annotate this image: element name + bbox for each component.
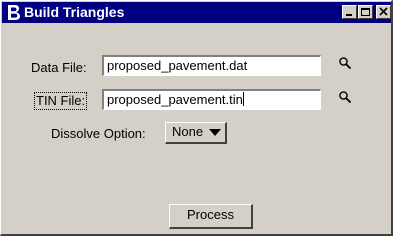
magnifier-icon[interactable] [338,56,352,70]
text-caret [242,92,244,106]
magnifier-icon[interactable] [338,90,352,104]
process-button[interactable]: Process [169,204,253,229]
close-button[interactable] [376,5,391,19]
data-file-value: proposed_pavement.dat [107,58,248,73]
maximize-button[interactable] [358,5,373,19]
tin-file-label: TIN File: [33,92,88,110]
tin-file-value: proposed_pavement.tin [107,92,243,107]
minimize-icon [346,14,352,16]
bentley-b-icon [8,5,20,20]
dissolve-option-value: None [172,124,204,139]
dropdown-arrow-icon [209,129,221,136]
minimize-button[interactable] [342,5,357,19]
close-icon [379,7,388,16]
tin-file-input[interactable]: proposed_pavement.tin [102,89,321,110]
dissolve-option-dropdown[interactable]: None [165,122,227,144]
title-bar[interactable]: Build Triangles [2,2,391,23]
data-file-input[interactable]: proposed_pavement.dat [102,55,321,76]
window-title: Build Triangles [24,4,125,20]
maximize-icon [361,8,370,16]
data-file-label: Data File: [31,60,87,75]
build-triangles-dialog: Build Triangles Data File: proposed_pave… [0,0,393,236]
dissolve-option-label: Dissolve Option: [51,126,146,141]
